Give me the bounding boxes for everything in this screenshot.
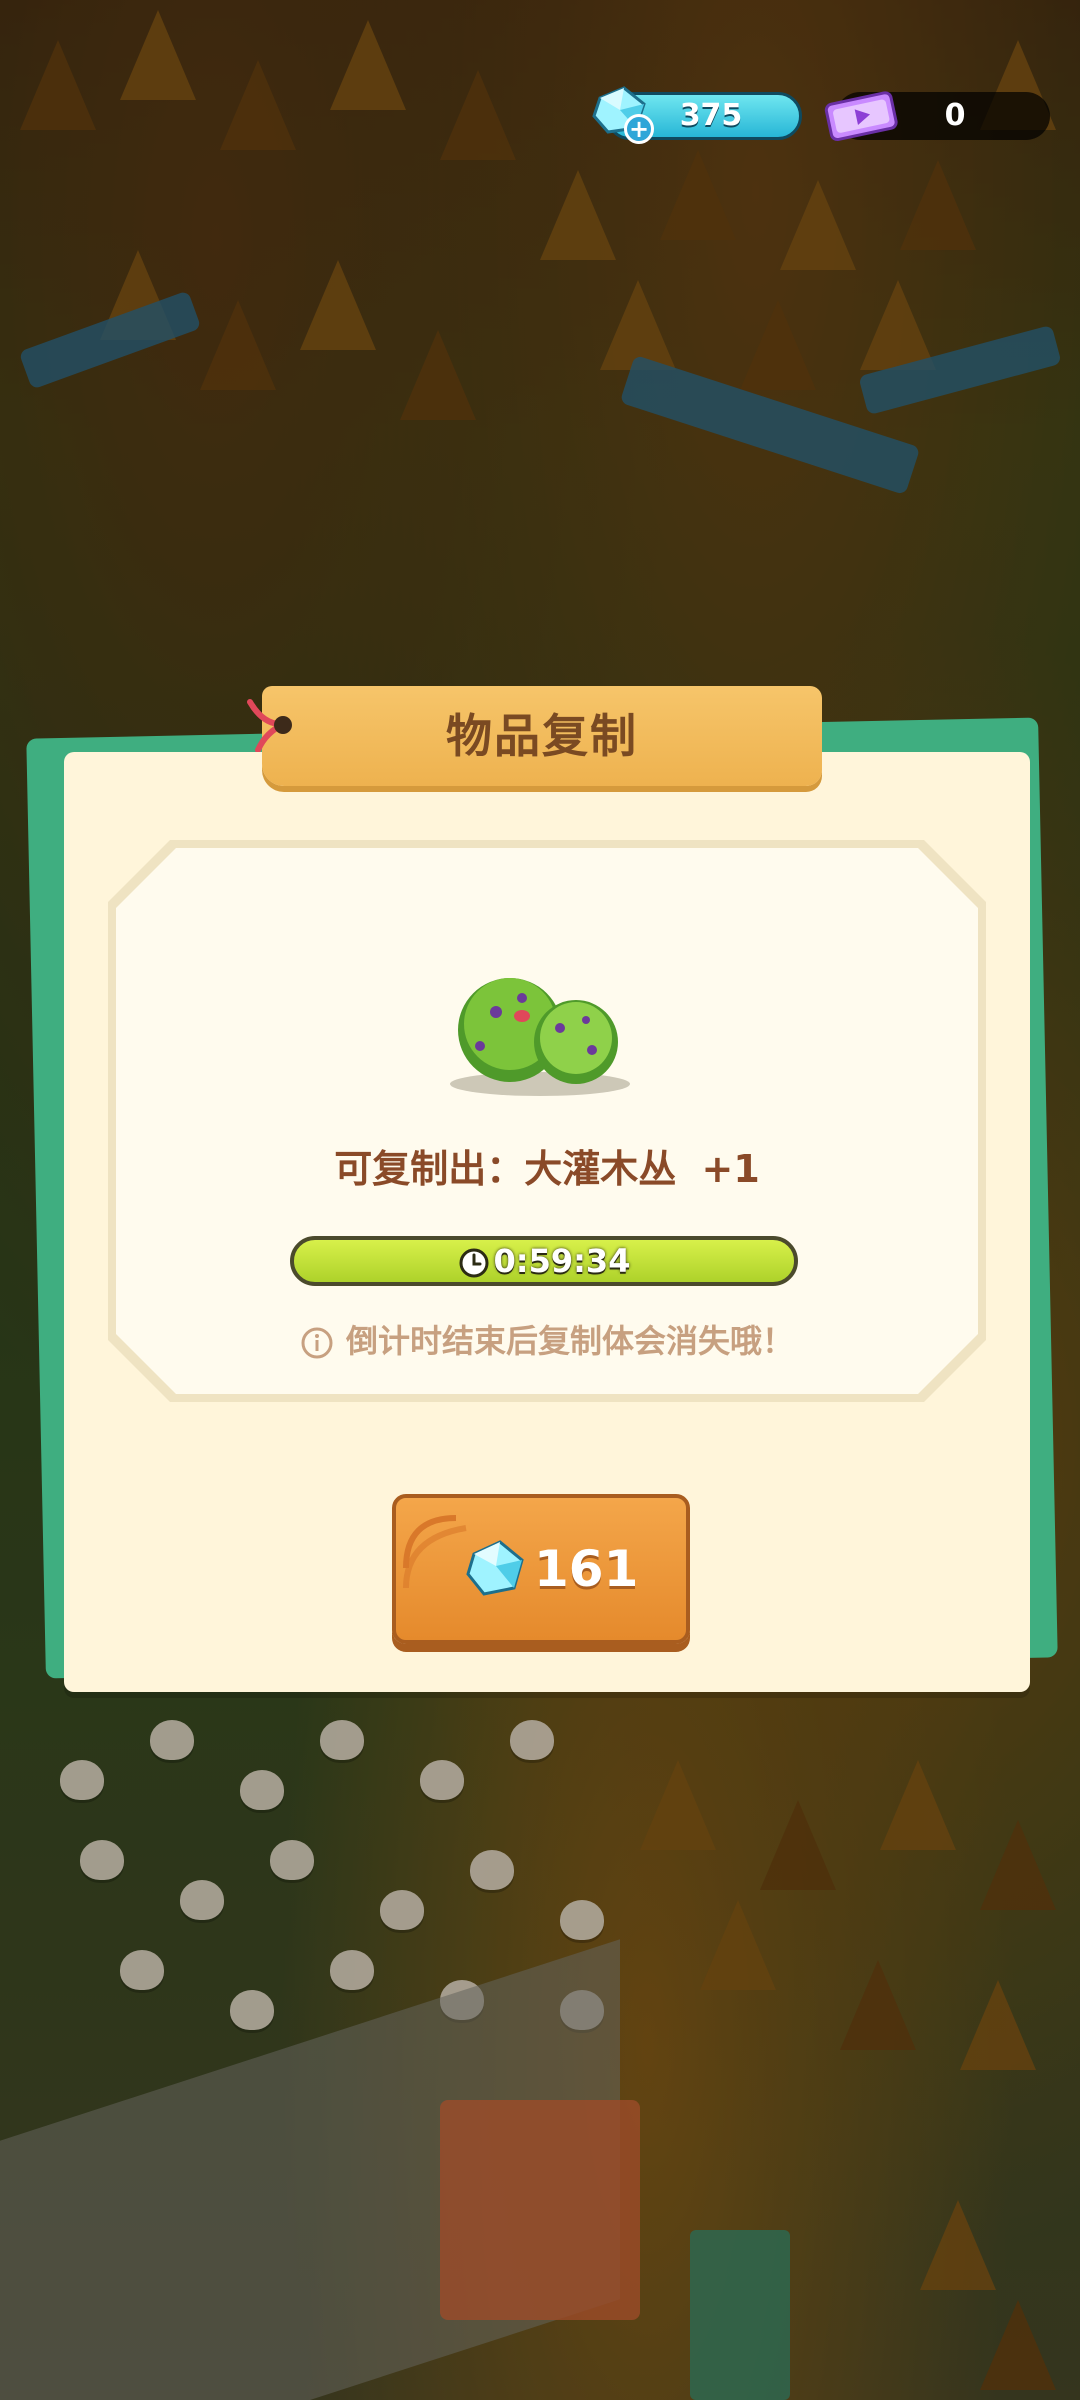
clock-icon (459, 1248, 489, 1278)
copy-result-amount: +1 (701, 1147, 760, 1191)
info-icon (301, 1327, 333, 1359)
add-gems-button[interactable]: + (624, 114, 654, 144)
gem-balance: 375 (679, 98, 743, 133)
item-card (116, 848, 978, 1394)
expiry-note: 倒计时结束后复制体会消失哦！ (116, 1316, 978, 1366)
bush-item-icon (450, 978, 630, 1096)
expiry-note-text: 倒计时结束后复制体会消失哦！ (345, 1322, 794, 1360)
countdown-display: 0:59:34 (290, 1236, 798, 1286)
gem-icon (466, 1540, 524, 1596)
copy-result-label: 可复制出：大灌木丛 (334, 1147, 677, 1191)
dialog-title: 物品复制 (446, 709, 638, 763)
countdown-time: 0:59:34 (493, 1242, 631, 1280)
ticket-balance: 0 (944, 98, 966, 133)
buy-price: 161 (534, 1540, 639, 1598)
copy-result-line: 可复制出：大灌木丛 +1 (116, 1138, 978, 1198)
ticket-icon (824, 91, 898, 142)
